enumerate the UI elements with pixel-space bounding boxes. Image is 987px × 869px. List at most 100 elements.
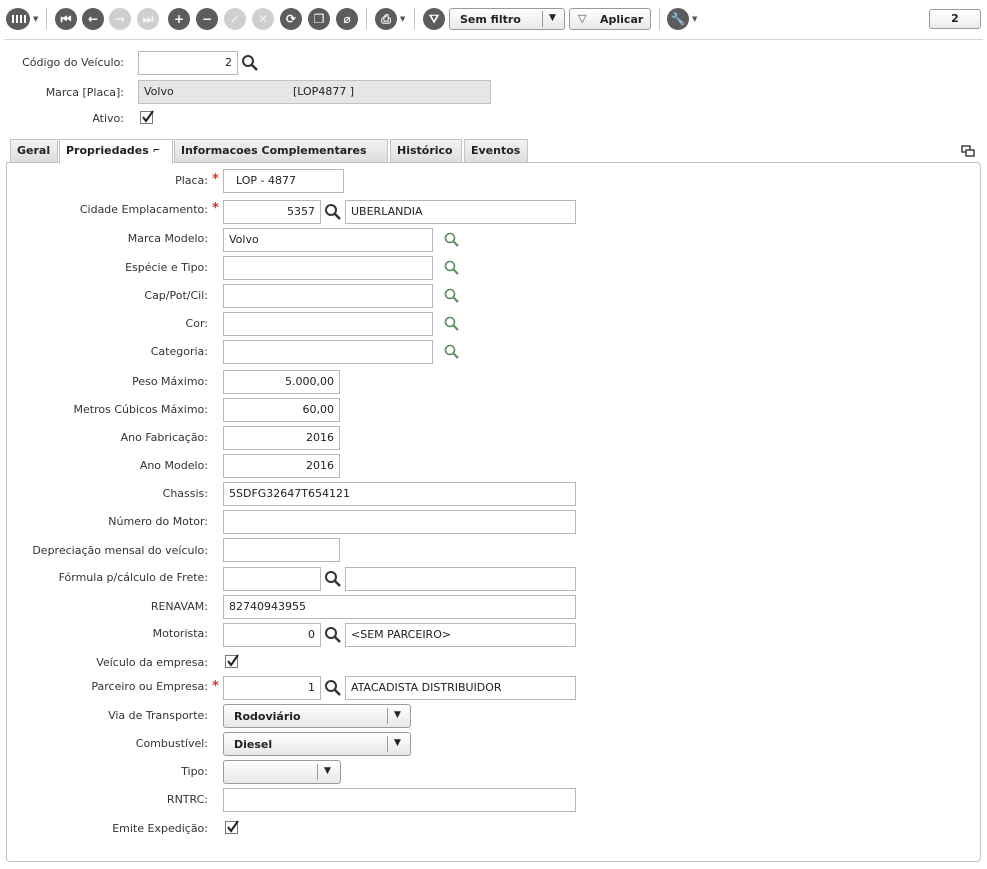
marca-modelo-input[interactable]: Volvo (223, 228, 433, 252)
search-icon[interactable] (324, 679, 342, 697)
duplicate-icon[interactable]: ❐ (308, 8, 330, 30)
placa-value: [LOP4877 ] (293, 85, 355, 98)
toolbar-separator (414, 8, 415, 30)
apply-filter-label: Aplicar (600, 13, 644, 26)
cancel-icon[interactable]: ✕ (252, 8, 274, 30)
page-count-button[interactable]: 2 (929, 9, 981, 29)
marca-placa-field: Volvo [LOP4877 ] (138, 80, 491, 104)
tipo-select[interactable]: ▼ (223, 760, 341, 784)
search-icon[interactable] (443, 231, 461, 249)
cap-pot-cil-input[interactable] (223, 284, 433, 308)
tab-eventos[interactable]: Eventos (464, 139, 528, 163)
detach-tab-icon[interactable]: ⌐ (153, 146, 161, 156)
search-icon[interactable] (443, 259, 461, 277)
renavam-input[interactable]: 82740943955 (223, 595, 576, 619)
search-icon[interactable] (324, 570, 342, 588)
ano-fabricacao-input[interactable]: 2016 (223, 426, 340, 450)
parceiro-label: Parceiro ou Empresa: (91, 680, 208, 693)
tab-geral[interactable]: Geral (10, 139, 58, 163)
combustivel-label: Combustível: (135, 737, 208, 750)
last-record-icon[interactable]: ⏭ (137, 8, 159, 30)
grid-columns-icon[interactable] (6, 8, 30, 30)
metros-cubicos-input[interactable]: 60,00 (223, 398, 340, 422)
renavam-label: RENAVAM: (150, 600, 208, 613)
next-record-icon[interactable]: → (109, 8, 131, 30)
toolbar: ▼ ⏮ ← → ⏭ + − ✓ ✕ ⟳ ❐ ⌀ ⎙ ▼ ⛛ Sem filtro… (0, 0, 987, 40)
required-marker: * (212, 679, 219, 694)
cidade-code-input[interactable]: 5357 (223, 200, 321, 224)
remove-icon[interactable]: − (196, 8, 218, 30)
search-icon[interactable] (324, 203, 342, 221)
ativo-checkbox[interactable] (140, 110, 154, 124)
combustivel-select[interactable]: Diesel ▼ (223, 732, 411, 756)
first-record-icon[interactable]: ⏮ (55, 8, 77, 30)
chevron-down-icon[interactable]: ▼ (394, 738, 401, 748)
search-icon[interactable] (241, 54, 259, 72)
codigo-input[interactable]: 2 (138, 51, 238, 75)
search-icon[interactable] (324, 626, 342, 644)
cor-label: Cor: (185, 317, 208, 330)
detach-window-icon[interactable] (961, 145, 975, 157)
search-icon[interactable] (443, 287, 461, 305)
search-icon[interactable] (443, 315, 461, 333)
motorista-code-input[interactable]: 0 (223, 623, 321, 647)
motorista-desc-field: <SEM PARCEIRO> (345, 623, 576, 647)
depreciacao-input[interactable] (223, 538, 340, 562)
placa-input[interactable]: LOP - 4877 (223, 169, 344, 193)
filter-select-label: Sem filtro (460, 13, 521, 26)
tab-informacoes-complementares[interactable]: Informacoes Complementares (174, 139, 388, 163)
filter-icon[interactable]: ⛛ (423, 8, 445, 30)
formula-code-input[interactable] (223, 567, 321, 591)
emite-expedicao-checkbox[interactable] (225, 820, 239, 834)
depreciacao-label: Depreciação mensal do veículo: (32, 544, 208, 557)
apply-filter-button[interactable]: ▽ Aplicar (569, 8, 651, 30)
formula-frete-label: Fórmula p/cálculo de Frete: (58, 571, 208, 584)
previous-record-icon[interactable]: ← (82, 8, 104, 30)
chevron-down-icon[interactable]: ▼ (549, 13, 556, 23)
via-transporte-label: Via de Transporte: (108, 709, 208, 722)
chevron-down-icon[interactable]: ▼ (33, 15, 38, 23)
confirm-icon[interactable]: ✓ (224, 8, 246, 30)
toolbar-separator (46, 8, 47, 30)
numero-motor-label: Número do Motor: (108, 515, 208, 528)
emite-expedicao-label: Emite Expedição: (112, 822, 208, 835)
peso-maximo-input[interactable]: 5.000,00 (223, 370, 340, 394)
ano-modelo-input[interactable]: 2016 (223, 454, 340, 478)
combustivel-value: Diesel (234, 738, 273, 751)
marca-placa-label: Marca [Placa]: (45, 86, 124, 99)
chassis-input[interactable]: 5SDFG32647T654121 (223, 482, 576, 506)
veiculo-empresa-label: Veículo da empresa: (96, 656, 208, 669)
tab-historico[interactable]: Histórico (390, 139, 462, 163)
filter-select[interactable]: Sem filtro ▼ (449, 8, 565, 30)
rntrc-input[interactable] (223, 788, 576, 812)
attach-icon[interactable]: ⌀ (336, 8, 358, 30)
add-icon[interactable]: + (168, 8, 190, 30)
via-transporte-select[interactable]: Rodoviário ▼ (223, 704, 411, 728)
motorista-label: Motorista: (152, 627, 208, 640)
especie-tipo-input[interactable] (223, 256, 433, 280)
ativo-label: Ativo: (92, 112, 124, 125)
parceiro-code-input[interactable]: 1 (223, 676, 321, 700)
marca-value: Volvo (144, 85, 174, 98)
chevron-down-icon[interactable]: ▼ (394, 710, 401, 720)
via-transporte-value: Rodoviário (234, 710, 301, 723)
cor-input[interactable] (223, 312, 433, 336)
search-icon[interactable] (443, 343, 461, 361)
tab-propriedades[interactable]: Propriedades ⌐ (59, 139, 173, 164)
numero-motor-input[interactable] (223, 510, 576, 534)
rntrc-label: RNTRC: (166, 793, 208, 806)
cidade-emplacamento-label: Cidade Emplacamento: (79, 203, 208, 216)
chevron-down-icon[interactable]: ▼ (324, 766, 331, 776)
chevron-down-icon[interactable]: ▼ (400, 15, 405, 23)
formula-desc-field (345, 567, 576, 591)
ano-modelo-label: Ano Modelo: (139, 459, 208, 472)
cap-pot-cil-label: Cap/Pot/Cil: (144, 289, 208, 302)
refresh-icon[interactable]: ⟳ (280, 8, 302, 30)
marca-modelo-label: Marca Modelo: (127, 232, 208, 245)
chevron-down-icon[interactable]: ▼ (692, 15, 697, 23)
wrench-icon[interactable]: 🔧 (667, 8, 689, 30)
veiculo-empresa-checkbox[interactable] (225, 654, 239, 668)
required-marker: * (212, 172, 219, 187)
report-icon[interactable]: ⎙ (375, 8, 397, 30)
categoria-input[interactable] (223, 340, 433, 364)
